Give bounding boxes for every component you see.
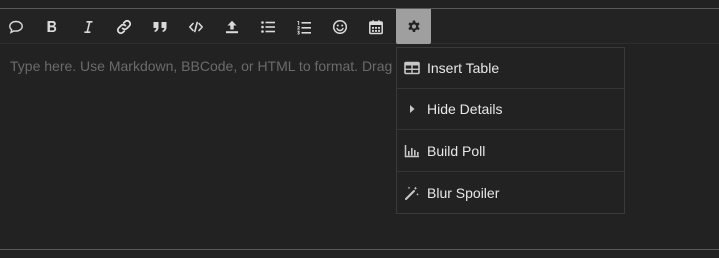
bold-button[interactable] [36, 9, 68, 44]
table-icon [397, 61, 427, 75]
magic-wand-icon [397, 185, 427, 201]
bold-icon [47, 20, 57, 32]
gear-icon [407, 20, 420, 32]
italic-icon [84, 20, 93, 33]
calendar-button[interactable] [360, 9, 392, 44]
blockquote-icon [153, 21, 167, 32]
link-button[interactable] [108, 9, 140, 44]
bullet-list-button[interactable] [252, 9, 284, 44]
link-icon [116, 19, 132, 34]
menu-item-label: Hide Details [427, 101, 503, 117]
upload-icon [226, 20, 238, 33]
bullet-list-icon [261, 20, 275, 33]
menu-item-build-poll[interactable]: Build Poll [397, 131, 624, 172]
menu-item-insert-table[interactable]: Insert Table [397, 48, 624, 89]
emoji-icon [332, 19, 348, 34]
menu-item-label: Blur Spoiler [427, 184, 500, 201]
speech-bubble-button[interactable] [0, 9, 32, 44]
code-button[interactable] [180, 9, 212, 44]
calendar-icon [369, 19, 383, 34]
editor-placeholder: Type here. Use Markdown, BBCode, or HTML… [10, 58, 398, 74]
emoji-button[interactable] [324, 9, 356, 44]
menu-item-label: Build Poll [427, 143, 486, 159]
caret-right-icon [397, 104, 427, 114]
options-dropdown-menu: Insert Table Hide Details Build Poll Blu… [396, 47, 625, 214]
bottom-border [0, 249, 719, 250]
menu-item-blur-spoiler[interactable]: Blur Spoiler [397, 172, 624, 213]
menu-item-hide-details[interactable]: Hide Details [397, 89, 624, 130]
blockquote-button[interactable] [144, 9, 176, 44]
numbered-list-button[interactable] [288, 9, 320, 44]
numbered-list-icon [297, 20, 311, 34]
editor-toolbar [0, 9, 719, 44]
upload-button[interactable] [216, 9, 248, 44]
italic-button[interactable] [72, 9, 104, 44]
code-icon [189, 21, 203, 32]
menu-item-label: Insert Table [427, 60, 500, 76]
speech-bubble-icon [9, 20, 23, 34]
options-button[interactable] [396, 9, 431, 44]
chart-icon [397, 144, 427, 158]
